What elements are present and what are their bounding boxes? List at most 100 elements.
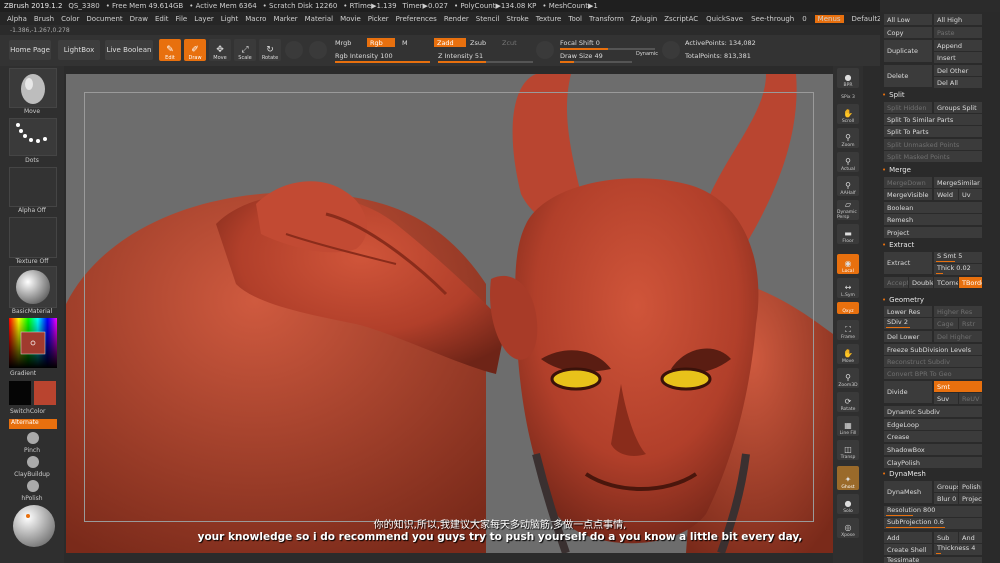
dynamesh-button[interactable]: DynaMesh bbox=[884, 481, 932, 503]
merge-header[interactable]: Merge bbox=[882, 165, 911, 175]
default-zscript[interactable]: DefaultZScript bbox=[852, 15, 880, 23]
viewport-canvas[interactable] bbox=[66, 74, 833, 553]
menu-stencil[interactable]: Stencil bbox=[476, 15, 500, 23]
switchcolor-label[interactable]: SwitchColor bbox=[10, 408, 74, 415]
spix-button[interactable]: SPix 3 bbox=[837, 90, 859, 100]
menu-draw[interactable]: Draw bbox=[130, 15, 148, 23]
tborde-button[interactable]: TBorde bbox=[959, 277, 982, 288]
menu-stroke[interactable]: Stroke bbox=[506, 15, 528, 23]
uv-button[interactable]: Uv bbox=[959, 189, 982, 200]
secondary-color-swatch[interactable] bbox=[34, 381, 56, 405]
polish-button[interactable]: Polish bbox=[959, 481, 982, 492]
thick-slider[interactable]: Thick 0.02 bbox=[934, 264, 982, 275]
z-intensity-slider[interactable]: Z Intensity 51 bbox=[438, 52, 483, 60]
del-other-button[interactable]: Del Other bbox=[934, 65, 982, 76]
split-hidden-button[interactable]: Split Hidden bbox=[884, 102, 932, 113]
menu-document[interactable]: Document bbox=[86, 15, 122, 23]
menu-picker[interactable]: Picker bbox=[368, 15, 389, 23]
paste-button[interactable]: Paste bbox=[934, 27, 982, 38]
split-parts-button[interactable]: Split To Parts bbox=[884, 126, 982, 137]
quicksave-button[interactable]: QuickSave bbox=[706, 15, 743, 23]
color-picker[interactable] bbox=[9, 318, 57, 368]
accept-button[interactable]: Accept bbox=[884, 277, 908, 288]
menu-alpha[interactable]: Alpha bbox=[7, 15, 27, 23]
tcorne-button[interactable]: TCorne bbox=[934, 277, 958, 288]
transp-button[interactable]: ◫ Transp bbox=[837, 440, 859, 460]
menu-texture[interactable]: Texture bbox=[536, 15, 562, 23]
dynamic-toggle[interactable]: Dynamic bbox=[636, 51, 658, 57]
split-header[interactable]: Split bbox=[882, 90, 905, 100]
create-shell-button[interactable]: Create Shell bbox=[884, 544, 932, 555]
smt-toggle[interactable]: Smt bbox=[934, 381, 982, 392]
zsub-button[interactable]: Zsub bbox=[470, 39, 486, 47]
aahalf-button[interactable]: ⚲ AAHalf bbox=[837, 176, 859, 196]
qxyz-button[interactable]: Qxyz bbox=[837, 302, 859, 314]
del-lower-button[interactable]: Del Lower bbox=[884, 331, 932, 342]
higher-res-button[interactable]: Higher Res bbox=[934, 306, 982, 317]
draw-size-slider[interactable]: Draw Size 49 bbox=[560, 52, 603, 60]
menu-color[interactable]: Color bbox=[61, 15, 79, 23]
and-button[interactable]: And bbox=[959, 532, 982, 543]
lsym-button[interactable]: ↔ L.Sym bbox=[837, 278, 859, 298]
edit-button[interactable]: ✎ Edit bbox=[159, 39, 181, 61]
menu-light[interactable]: Light bbox=[221, 15, 238, 23]
zoom-button[interactable]: ⚲ Zoom bbox=[837, 128, 859, 148]
dynamic-subdiv-button[interactable]: Dynamic Subdiv bbox=[884, 406, 982, 417]
merge-similar-button[interactable]: MergeSimilar bbox=[934, 177, 982, 188]
scale-button[interactable]: ⤢ Scale bbox=[234, 39, 256, 61]
suv-toggle[interactable]: Suv bbox=[934, 393, 958, 404]
xpose-button[interactable]: ◎ Xpose bbox=[837, 518, 859, 538]
persp-button[interactable]: ▱ Dynamic Persp bbox=[837, 200, 859, 220]
del-higher-button[interactable]: Del Higher bbox=[934, 331, 982, 342]
linefill-button[interactable]: ▦ Line Fill bbox=[837, 416, 859, 436]
frame-button[interactable]: ⛶ Frame bbox=[837, 320, 859, 340]
menu-macro[interactable]: Macro bbox=[245, 15, 266, 23]
rgb-intensity-slider[interactable]: Rgb Intensity 100 bbox=[335, 52, 393, 60]
split-similar-button[interactable]: Split To Similar Parts bbox=[884, 114, 982, 125]
groups-button[interactable]: Groups bbox=[934, 481, 958, 492]
solo-button[interactable]: ● Solo bbox=[837, 494, 859, 514]
claybuildup-brush-icon[interactable] bbox=[27, 456, 39, 468]
reconstruct-subdiv-button[interactable]: Reconstruct Subdiv bbox=[884, 356, 982, 367]
remesh-button[interactable]: Remesh bbox=[884, 214, 982, 225]
extract-header[interactable]: Extract bbox=[882, 240, 914, 250]
freeze-subdiv-button[interactable]: Freeze SubDivision Levels bbox=[884, 344, 982, 355]
sub-button[interactable]: Sub bbox=[934, 532, 958, 543]
move-view-button[interactable]: ✋ Move bbox=[837, 344, 859, 364]
texture-slot[interactable] bbox=[9, 217, 57, 258]
pinch-brush-icon[interactable] bbox=[27, 432, 39, 444]
del-all-button[interactable]: Del All bbox=[934, 77, 982, 88]
lower-res-button[interactable]: Lower Res bbox=[884, 306, 932, 317]
cage-button[interactable]: Cage bbox=[934, 318, 958, 329]
subprojection-slider[interactable]: SubProjection 0.6 bbox=[884, 518, 982, 529]
seethrough-label[interactable]: See-through bbox=[751, 15, 794, 23]
merge-visible-button[interactable]: MergeVisible bbox=[884, 189, 932, 200]
reuv-toggle[interactable]: ReUV bbox=[959, 393, 982, 404]
split-masked-button[interactable]: Split Masked Points bbox=[884, 151, 982, 162]
ac-button[interactable]: AC bbox=[689, 15, 699, 23]
menu-layer[interactable]: Layer bbox=[194, 15, 214, 23]
menus-toggle[interactable]: Menus bbox=[814, 14, 844, 23]
main-color-swatch[interactable] bbox=[9, 381, 31, 405]
rotate-button[interactable]: ↻ Rotate bbox=[259, 39, 281, 61]
draw-button[interactable]: ✐ Draw bbox=[184, 39, 206, 61]
delete-button[interactable]: Delete bbox=[884, 65, 932, 87]
scroll-button[interactable]: ✋ Scroll bbox=[837, 104, 859, 124]
project-dynamesh-button[interactable]: Project bbox=[959, 493, 982, 504]
seethrough-value[interactable]: 0 bbox=[802, 15, 806, 23]
stroke-slot[interactable] bbox=[9, 118, 57, 156]
add-button[interactable]: Add bbox=[884, 532, 932, 543]
sphere-brush-icon[interactable] bbox=[285, 41, 303, 59]
move-button[interactable]: ✥ Move bbox=[209, 39, 231, 61]
project-button[interactable]: Project bbox=[884, 227, 982, 238]
boolean-button[interactable]: Boolean bbox=[884, 202, 982, 213]
dynamesh-header[interactable]: DynaMesh bbox=[882, 469, 926, 479]
divide-button[interactable]: Divide bbox=[884, 381, 932, 403]
weld-button[interactable]: Weld bbox=[934, 189, 958, 200]
duplicate-button[interactable]: Duplicate bbox=[884, 40, 932, 62]
rstr-button[interactable]: Rstr bbox=[959, 318, 982, 329]
rgb-button[interactable]: Rgb bbox=[367, 38, 395, 47]
groups-split-button[interactable]: Groups Split bbox=[934, 102, 982, 113]
m-button[interactable]: M bbox=[402, 39, 408, 47]
menu-tool[interactable]: Tool bbox=[568, 15, 582, 23]
